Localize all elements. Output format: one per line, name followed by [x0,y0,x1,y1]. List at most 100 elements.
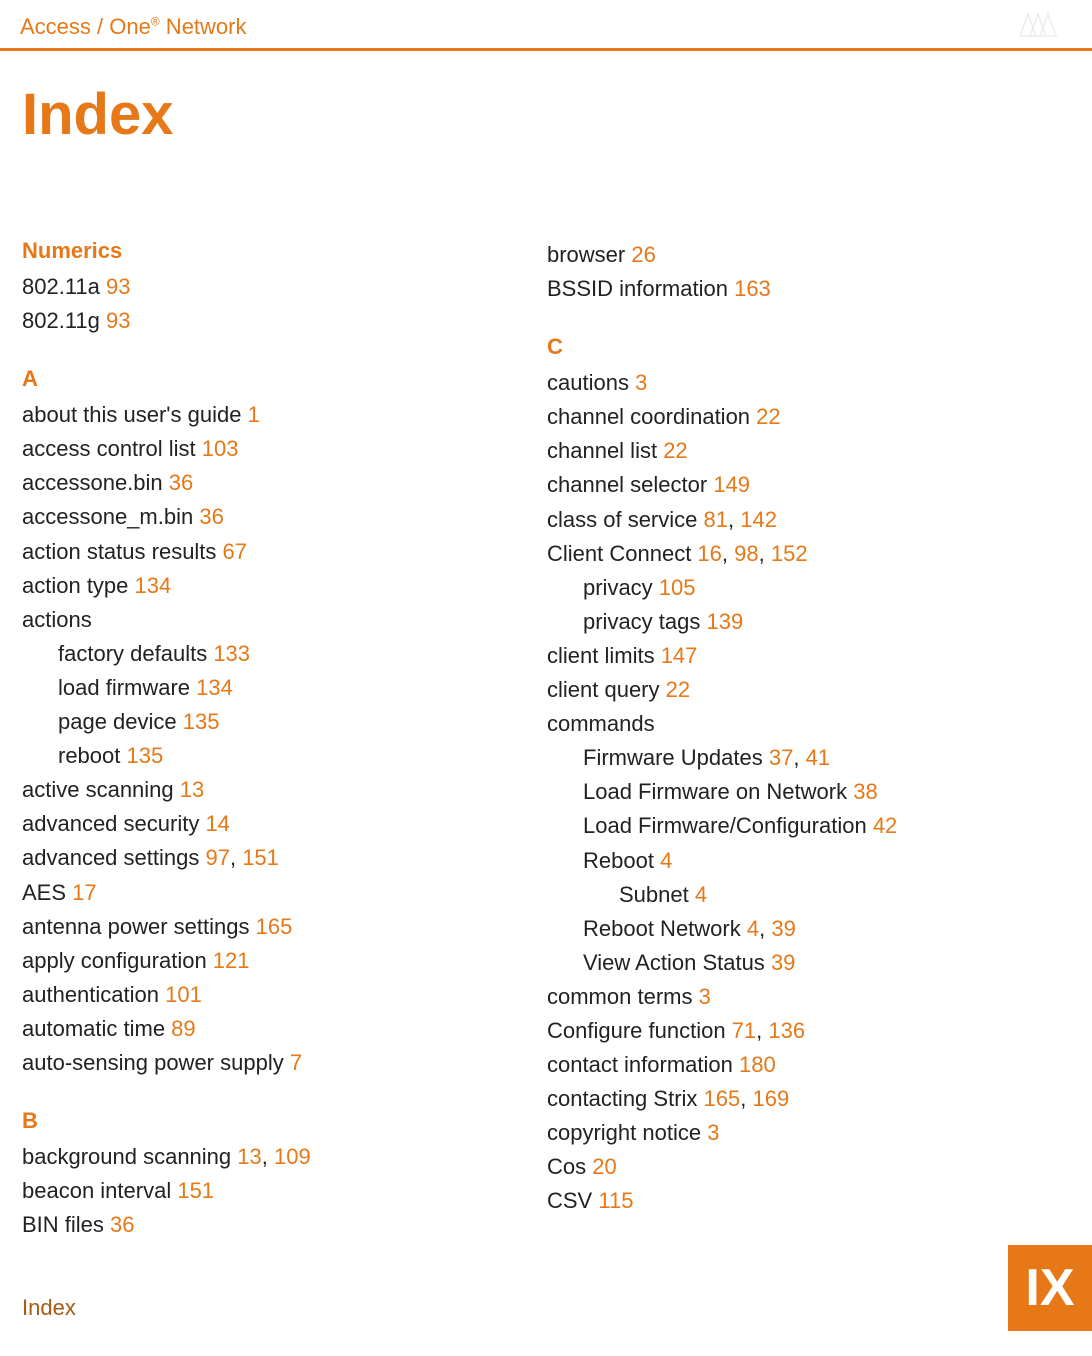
page-ref[interactable]: 165 [704,1086,741,1111]
page-ref[interactable]: 93 [106,274,130,299]
header-title-sup: ® [151,14,160,28]
index-entry: authentication 101 [22,978,527,1012]
page-ref[interactable]: 101 [165,982,202,1007]
index-entry: cautions 3 [547,366,1052,400]
index-entry: 802.11a 93 [22,270,527,304]
page-ref[interactable]: 134 [135,573,172,598]
page-ref[interactable]: 13 [180,777,204,802]
page-ref[interactable]: 103 [202,436,239,461]
page-footer: Index 197 [22,1295,1070,1321]
index-subentry: privacy tags 139 [547,605,1052,639]
page-ref[interactable]: 7 [290,1050,302,1075]
page-header: Access / One® Network [0,0,1092,51]
index-entry: about this user's guide 1 [22,398,527,432]
page-ref[interactable]: 163 [734,276,771,301]
page-ref[interactable]: 1 [248,402,260,427]
page-ref[interactable]: 98 [734,541,758,566]
page-ref[interactable]: 4 [695,882,707,907]
page-ref[interactable]: 16 [697,541,721,566]
page-ref[interactable]: 142 [740,507,777,532]
index-entry: active scanning 13 [22,773,527,807]
page-ref[interactable]: 151 [177,1178,214,1203]
page-ref[interactable]: 135 [183,709,220,734]
page-ref[interactable]: 121 [213,948,250,973]
index-subentry: reboot 135 [22,739,527,773]
page-ref[interactable]: 165 [256,914,293,939]
index-entry: commands [547,707,1052,741]
index-entry: action type 134 [22,569,527,603]
page-ref[interactable]: 105 [659,575,696,600]
index-entry: Cos 20 [547,1150,1052,1184]
page-ref[interactable]: 93 [106,308,130,333]
section-numerics: Numerics [22,238,527,264]
page-ref[interactable]: 37 [769,745,793,770]
index-subentry: Firmware Updates 37, 41 [547,741,1052,775]
page-ref[interactable]: 133 [213,641,250,666]
page-ref[interactable]: 41 [806,745,830,770]
page-ref[interactable]: 26 [631,242,655,267]
index-entry: Client Connect 16, 98, 152 [547,537,1052,571]
index-subentry: Reboot 4 [547,844,1052,878]
page-ref[interactable]: 136 [768,1018,805,1043]
index-entry: channel coordination 22 [547,400,1052,434]
page-ref[interactable]: 36 [169,470,193,495]
page-ref[interactable]: 36 [110,1212,134,1237]
index-entry: CSV 115 [547,1184,1052,1218]
index-entry: AES 17 [22,876,527,910]
page-ref[interactable]: 89 [171,1016,195,1041]
page-ref[interactable]: 20 [592,1154,616,1179]
index-entry: accessone.bin 36 [22,466,527,500]
page-ref[interactable]: 147 [661,643,698,668]
page-ref[interactable]: 149 [713,472,750,497]
header-title-pre: Access / One [20,14,151,39]
page-ref[interactable]: 109 [274,1144,311,1169]
page-ref[interactable]: 13 [237,1144,261,1169]
page-ref[interactable]: 4 [747,916,759,941]
index-entry: beacon interval 151 [22,1174,527,1208]
page-ref[interactable]: 180 [739,1052,776,1077]
page-ref[interactable]: 151 [242,845,279,870]
page-ref[interactable]: 67 [223,539,247,564]
index-entry: browser 26 [547,238,1052,272]
page-ref[interactable]: 71 [732,1018,756,1043]
page-ref[interactable]: 3 [699,984,711,1009]
page-ref[interactable]: 38 [853,779,877,804]
index-entry: client query 22 [547,673,1052,707]
index-entry: 802.11g 93 [22,304,527,338]
page-ref[interactable]: 3 [707,1120,719,1145]
index-subentry: factory defaults 133 [22,637,527,671]
page-ref[interactable]: 39 [771,916,795,941]
page-ref[interactable]: 139 [707,609,744,634]
page-ref[interactable]: 17 [72,880,96,905]
page-ref[interactable]: 42 [873,813,897,838]
page-ref[interactable]: 22 [666,677,690,702]
index-entry: action status results 67 [22,535,527,569]
page-ref[interactable]: 4 [660,848,672,873]
page-ref[interactable]: 22 [663,438,687,463]
page-ref[interactable]: 115 [598,1188,633,1213]
page-title: Index [22,81,1092,148]
index-entry: client limits 147 [547,639,1052,673]
page-ref[interactable]: 169 [752,1086,789,1111]
index-entry: Configure function 71, 136 [547,1014,1052,1048]
index-entry: BIN files 36 [22,1208,527,1242]
index-entry: class of service 81, 142 [547,503,1052,537]
page-ref[interactable]: 81 [704,507,728,532]
header-title-post: Network [160,14,247,39]
index-entry: contact information 180 [547,1048,1052,1082]
index-entry: access control list 103 [22,432,527,466]
page-ref[interactable]: 134 [196,675,233,700]
page-ref[interactable]: 152 [771,541,808,566]
page-ref[interactable]: 36 [199,504,223,529]
index-entry: channel list 22 [547,434,1052,468]
page-ref[interactable]: 22 [756,404,780,429]
section-C: C [547,334,1052,360]
page-ref[interactable]: 39 [771,950,795,975]
index-entry: auto-sensing power supply 7 [22,1046,527,1080]
index-entry: advanced settings 97, 151 [22,841,527,875]
page-ref[interactable]: 14 [205,811,229,836]
page-ref[interactable]: 97 [205,845,229,870]
page-ref[interactable]: 3 [635,370,647,395]
index-subentry: Load Firmware on Network 38 [547,775,1052,809]
page-ref[interactable]: 135 [127,743,164,768]
